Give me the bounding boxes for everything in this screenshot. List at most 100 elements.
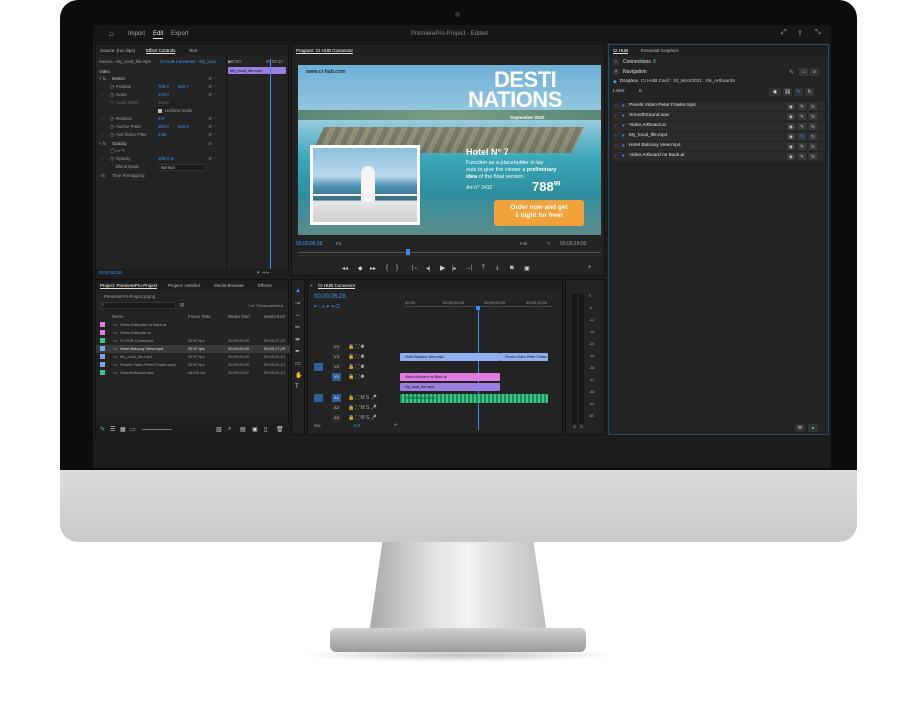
trash-icon[interactable]: 🗑	[276, 426, 284, 433]
cihub-file-row[interactable]: › ♥ My_local_file.mp4 ◉ ✎ ↻	[613, 132, 825, 141]
cihub-file-row[interactable]: › ♥ SmoothSound.wav ◉ ✎ ↻	[613, 112, 825, 121]
expand-row-icon[interactable]: ›	[615, 143, 617, 150]
track-label[interactable]: V2	[332, 363, 341, 371]
col-frame-rate[interactable]: Frame Rate	[188, 314, 211, 321]
video-track-controls-icon[interactable]: 🔒 ⛶ ◉	[348, 373, 365, 381]
lift-icon[interactable]: ⤒	[482, 265, 485, 272]
video-track-controls-icon[interactable]: 🔒 ⛶ ◉	[348, 363, 365, 371]
reset-icon[interactable]: ↺	[208, 156, 212, 163]
source-patch-a1[interactable]	[314, 394, 323, 402]
in-point-icon[interactable]: {	[386, 265, 388, 271]
tab-media-browser[interactable]: Media Browser	[214, 283, 244, 288]
project-row[interactable]: ▭ CI HUB Connector 29.97 fps 00;00;00;00 00;…	[96, 337, 290, 345]
project-row[interactable]: ▭ My_local_file.mp4 29.97 fps 00;00;00;00 00…	[96, 353, 290, 361]
edit-icon[interactable]: ✎	[798, 153, 806, 160]
go-to-in-icon[interactable]: |←	[412, 265, 420, 271]
expand-row-icon[interactable]: ›	[615, 133, 617, 140]
type-icon[interactable]: T	[295, 384, 299, 390]
new-bin-icon[interactable]: ▤	[240, 426, 246, 433]
source-patch-v1[interactable]	[314, 363, 323, 371]
project-row[interactable]: ▭ Hotel Balcony View.mp4 29.97 fps 00;00;00…	[96, 345, 290, 353]
col-media-end[interactable]: Media End	[264, 314, 285, 321]
favorite-icon[interactable]: ♥	[622, 103, 625, 110]
cihub-file-row[interactable]: › ♥ Pexels Video Peter Fowler.mp4 ◉ ✎ ↻	[613, 102, 825, 111]
ec-timecode[interactable]: 00;00;06;28	[99, 270, 122, 277]
edit-icon[interactable]: ✎	[798, 133, 806, 140]
reset-icon[interactable]: ↺	[208, 84, 212, 91]
step-back-icon[interactable]: ◂|	[426, 265, 431, 272]
tab-source[interactable]: Source: (no clips)	[100, 48, 135, 53]
edit-icon[interactable]: ✎	[798, 123, 806, 130]
clip-bar[interactable]: My_local_file.mp4	[228, 67, 286, 74]
col-name[interactable]: Name	[112, 314, 123, 321]
edit-icon[interactable]: ✎	[798, 113, 806, 120]
track-label[interactable]: V3	[332, 353, 341, 361]
prop-rotation-value[interactable]: 0.0	[158, 116, 164, 123]
favorite-icon[interactable]: ♥	[622, 133, 625, 140]
track-label[interactable]: A2	[332, 404, 341, 412]
filter-icon[interactable]: ▼ ⇥ ⇤	[256, 270, 270, 277]
selection-tool-icon[interactable]: ▲	[295, 288, 301, 294]
track-label[interactable]: V4	[332, 343, 341, 351]
clip-artboard[interactable]: Video Artboard no Back.ai	[400, 373, 500, 381]
refresh-icon[interactable]: ↻	[809, 143, 817, 150]
label-color-swatch[interactable]	[100, 370, 105, 375]
slip-icon[interactable]: ⇹	[295, 336, 300, 343]
connections-toggle-icon[interactable]: ›	[613, 59, 619, 65]
step-forward-icon[interactable]: |▸	[452, 265, 457, 272]
refresh-icon[interactable]: ↻	[809, 153, 817, 160]
expand-row-icon[interactable]: ›	[615, 103, 617, 110]
export-frame-icon[interactable]: ◙	[510, 265, 514, 271]
list-view-icon[interactable]: ☰	[110, 426, 115, 433]
label-color-swatch[interactable]	[100, 322, 105, 327]
rotation-toggle-icon[interactable]: ›	[102, 116, 103, 123]
fullscreen-icon[interactable]: ⤢	[781, 29, 787, 37]
audio-track-controls-icon[interactable]: 🔒 ⛶ M S 🎤	[348, 394, 377, 402]
quality-select[interactable]: Full	[520, 241, 527, 248]
mask-tools-icon[interactable]: ◯ ▭ ✎	[110, 148, 125, 155]
expand-row-icon[interactable]: ›	[615, 123, 617, 130]
motion-toggle-icon[interactable]: ˅ fx	[99, 76, 106, 83]
track-label[interactable]: A1	[332, 394, 341, 402]
stopwatch-icon[interactable]: ◷	[110, 156, 114, 163]
refresh-icon[interactable]: ↻	[809, 133, 817, 140]
mix-end-icon[interactable]: ⇤	[394, 422, 398, 428]
pen-icon[interactable]: ✒	[295, 348, 300, 355]
stopwatch-icon[interactable]: ◷	[110, 132, 114, 139]
stopwatch-icon[interactable]: ◷	[110, 100, 114, 107]
antiflicker-toggle-icon[interactable]: ›	[102, 132, 103, 139]
new-bin-icon[interactable]: ▤	[180, 302, 184, 309]
audio-track-controls-icon[interactable]: 🔒 ⛶ M S 🎤	[348, 414, 377, 422]
label-color-swatch[interactable]	[100, 354, 105, 359]
automate-icon[interactable]: ▥	[216, 426, 222, 433]
icon-view-icon[interactable]: ▦	[120, 426, 126, 433]
prop-anchor-y[interactable]: 540.0	[178, 124, 189, 131]
mark-out-icon[interactable]: ▸▸	[370, 265, 376, 272]
edit-icon[interactable]: ✎	[798, 143, 806, 150]
clear-icon[interactable]: ▯	[264, 426, 267, 433]
tab-effects[interactable]: Effects	[258, 283, 272, 288]
freeform-view-icon[interactable]: ▭	[130, 426, 136, 433]
project-row[interactable]: ▭ Pexels Video Peter Fowler.mp4 29.97 fps 0…	[96, 361, 290, 369]
expand-icon[interactable]: ⤡	[815, 29, 821, 37]
relink-icon[interactable]: ⛓	[783, 88, 792, 96]
refresh-icon[interactable]: ↻	[809, 103, 817, 110]
prop-position-y[interactable]: 529.7	[178, 84, 189, 91]
favorite-icon[interactable]: ♥	[622, 123, 625, 130]
cihub-file-row[interactable]: › ♥ Video Artboard no Back.ai ◉ ✎ ↻	[613, 152, 825, 161]
home-icon[interactable]: ⌂	[109, 29, 114, 38]
upload-icon[interactable]: ▲	[808, 424, 818, 432]
tab-export[interactable]: Export	[171, 31, 188, 37]
program-title[interactable]: Program: CI HUB Connector	[296, 48, 354, 54]
refresh-icon[interactable]: ↻	[809, 123, 817, 130]
timeline-tools-icon[interactable]: ⌗ ∩ ⋔ ▼ ⚒ ◫	[314, 304, 340, 311]
out-point-icon[interactable]: }	[396, 265, 398, 271]
fit-select[interactable]: Fit	[336, 241, 341, 248]
solo-left-button[interactable]: S	[573, 424, 576, 431]
track-label[interactable]: A3	[332, 414, 341, 422]
tab-project[interactable]: Project: PremierePro-Project	[100, 283, 158, 289]
mail-icon[interactable]: ✉	[795, 424, 805, 432]
reset-icon[interactable]: ↺	[208, 132, 212, 139]
view-icon[interactable]: ◉	[787, 123, 795, 130]
go-to-out-icon[interactable]: →|	[465, 265, 473, 271]
